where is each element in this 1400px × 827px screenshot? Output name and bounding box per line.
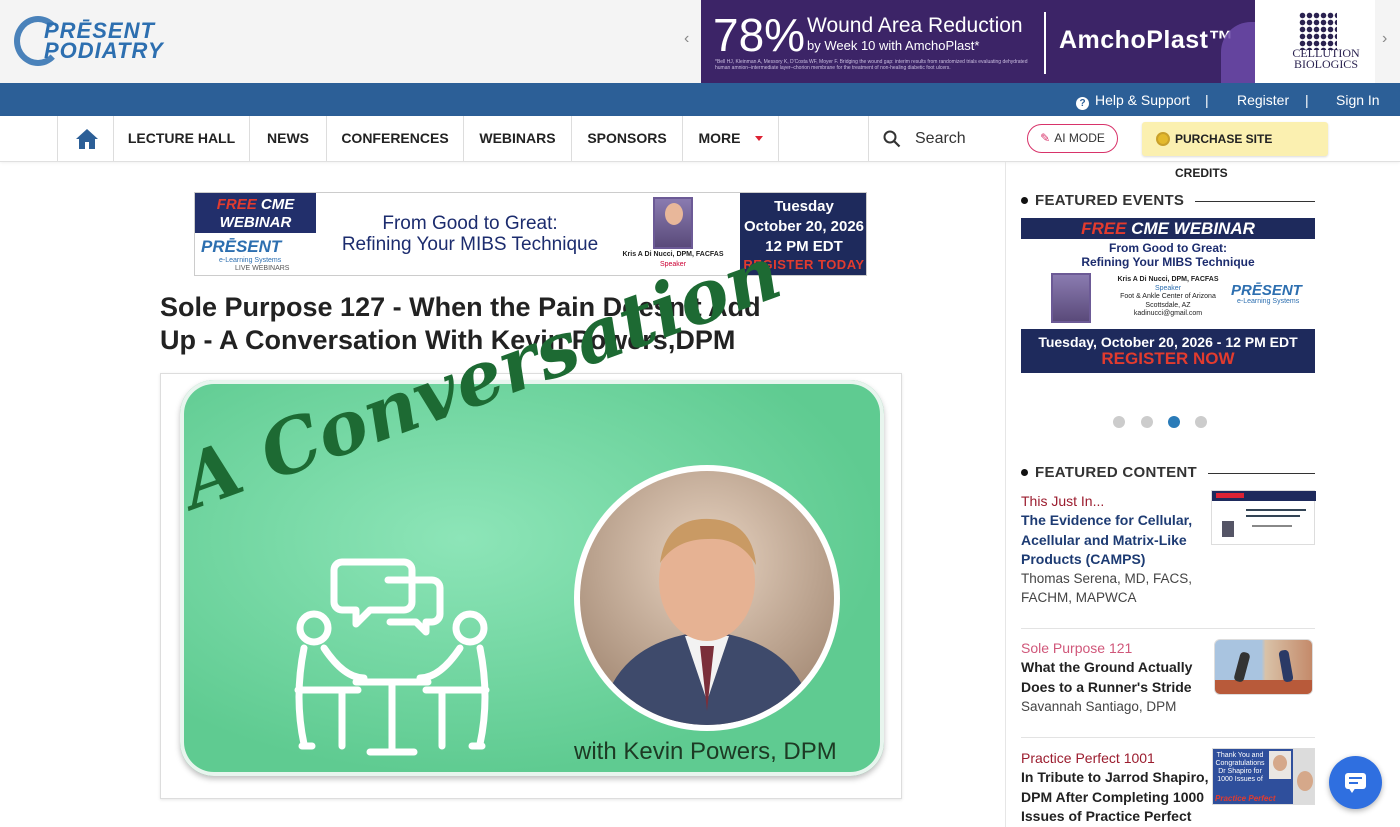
ad-prev-arrow-icon[interactable]: ‹ <box>684 30 689 48</box>
carousel-dot-2[interactable] <box>1141 416 1153 428</box>
separator: | <box>1305 92 1309 108</box>
home-button[interactable] <box>57 116 113 161</box>
thumb-brand: Practice Perfect <box>1215 794 1276 803</box>
nav-webinars[interactable]: WEBINARS <box>463 116 571 161</box>
ad-brand: AmchoPlast™ <box>1059 26 1234 54</box>
hero-portrait-photo <box>580 471 834 725</box>
register-link[interactable]: Register <box>1237 92 1289 108</box>
event-header: FREE CME WEBINAR <box>1021 218 1315 239</box>
banner-title: From Good to Great: Refining Your MIBS Te… <box>341 213 599 255</box>
banner-free-cme-label: FREE CME WEBINAR <box>195 193 316 233</box>
bullet-dot <box>1021 469 1028 476</box>
banner-logo-sub: e-Learning Systems <box>219 257 282 264</box>
event-date: Tuesday, October 20, 2026 - 12 PM EDT <box>1038 334 1298 350</box>
event-speaker-photo <box>1051 273 1091 323</box>
content-title[interactable]: What the Ground Actually Does to a Runne… <box>1021 658 1209 697</box>
speaker-face <box>665 203 683 225</box>
content-kicker[interactable]: Practice Perfect 1001 <box>1021 750 1155 766</box>
site-header: PRĒSENT PODIATRY ‹ › 78% Wound Area Redu… <box>0 0 1400 83</box>
search-icon <box>883 130 901 148</box>
content-title[interactable]: The Evidence for Cellular, Acellular and… <box>1021 511 1209 570</box>
site-logo[interactable]: PRĒSENT PODIATRY <box>14 16 174 68</box>
content-title[interactable]: In Tribute to Jarrod Shapiro, DPM After … <box>1021 768 1209 827</box>
divider <box>1021 737 1315 738</box>
ad-divider <box>1044 12 1046 74</box>
carousel-dot-1[interactable] <box>1113 416 1125 428</box>
content-author: Savannah Santiago, DPM <box>1021 699 1177 714</box>
caret-down-icon <box>754 136 763 141</box>
content-thumbnail[interactable] <box>1211 490 1316 545</box>
carousel-dot-3[interactable] <box>1168 416 1180 428</box>
ad-headline: Wound Area Reduction <box>807 14 1023 37</box>
content-thumbnail[interactable]: Thank You and Congratulations Dr Shapiro… <box>1212 748 1315 805</box>
event-register-cta: REGISTER NOW <box>1101 349 1235 368</box>
banner-logo-sub2: LIVE WEBINARS <box>235 265 290 272</box>
person-portrait-icon <box>600 518 814 725</box>
bullet-dot <box>1021 197 1028 204</box>
event-date-block: Tuesday, October 20, 2026 - 12 PM EDT RE… <box>1021 329 1315 373</box>
ad-next-arrow-icon[interactable]: › <box>1382 30 1387 48</box>
carousel-dot-4[interactable] <box>1195 416 1207 428</box>
ad-percent: 78% <box>713 9 806 61</box>
logo-text-podiatry: PODIATRY <box>44 38 164 63</box>
nav-sponsors[interactable]: SPONSORS <box>571 116 682 161</box>
event-speaker-info: Kris A Di Nucci, DPM, FACFAS Speaker Foo… <box>1117 276 1219 317</box>
sponsor-logo-icon <box>1299 12 1337 50</box>
nav-conferences[interactable]: CONFERENCES <box>326 116 463 161</box>
featured-content-heading: FEATURED CONTENT <box>1035 464 1198 481</box>
banner-logo: PRĒSENT <box>201 237 282 256</box>
content-kicker[interactable]: Sole Purpose 121 <box>1021 640 1132 656</box>
content-kicker[interactable]: This Just In... <box>1021 493 1104 509</box>
home-icon <box>76 129 98 149</box>
purchase-credits-button[interactable]: PURCHASE SITE CREDITS <box>1142 122 1328 180</box>
sign-in-link[interactable]: Sign In <box>1336 92 1380 108</box>
heading-rule <box>1208 473 1315 474</box>
utility-bar: ? Help & Support | Register | Sign In <box>0 83 1400 116</box>
content-author: Thomas Serena, MD, FACS, FACHM, MAPWCA <box>1021 571 1193 605</box>
hero-caption: with Kevin Powers, DPM <box>574 738 837 765</box>
help-support-link[interactable]: ? Help & Support <box>1076 92 1190 110</box>
conversation-table-icon <box>294 558 490 756</box>
event-subtitle: From Good to Great: Refining Your MIBS Te… <box>1081 241 1255 269</box>
top-advertisement[interactable]: 78% Wound Area Reduction by Week 10 with… <box>701 0 1375 83</box>
heading-rule <box>1195 201 1315 202</box>
magic-wand-icon: ✎ <box>1040 131 1051 145</box>
event-logo: PRĒSENT <box>1231 282 1302 299</box>
chat-button[interactable] <box>1329 756 1382 809</box>
coin-icon <box>1156 132 1170 146</box>
content-thumbnail[interactable] <box>1214 639 1313 695</box>
nav-more[interactable]: MORE <box>682 116 779 161</box>
separator: | <box>1205 92 1209 108</box>
search-placeholder: Search <box>915 130 966 147</box>
help-icon: ? <box>1076 97 1089 110</box>
featured-event-card[interactable]: FREE CME WEBINAR From Good to Great: Refi… <box>1021 218 1315 373</box>
featured-events-heading: FEATURED EVENTS <box>1035 192 1185 209</box>
ad-fine-print: *Bell HJ, Kleinman A, Messory K, D'Costa… <box>715 59 1028 71</box>
ai-mode-button[interactable]: ✎ AI MODE <box>1027 124 1118 153</box>
nav-lecture-hall[interactable]: LECTURE HALL <box>113 116 249 161</box>
ad-subline: by Week 10 with AmchoPlast* <box>807 38 980 53</box>
divider <box>1021 628 1315 629</box>
nav-news[interactable]: NEWS <box>249 116 326 161</box>
thumb-text: Thank You and Congratulations Dr Shapiro… <box>1215 752 1265 783</box>
ad-sponsor-name: CELLUTION BIOLOGICS <box>1292 46 1360 71</box>
sidebar-divider <box>1005 162 1006 827</box>
event-logo-sub: e-Learning Systems <box>1237 298 1300 305</box>
chat-bubble-icon <box>1345 773 1366 793</box>
